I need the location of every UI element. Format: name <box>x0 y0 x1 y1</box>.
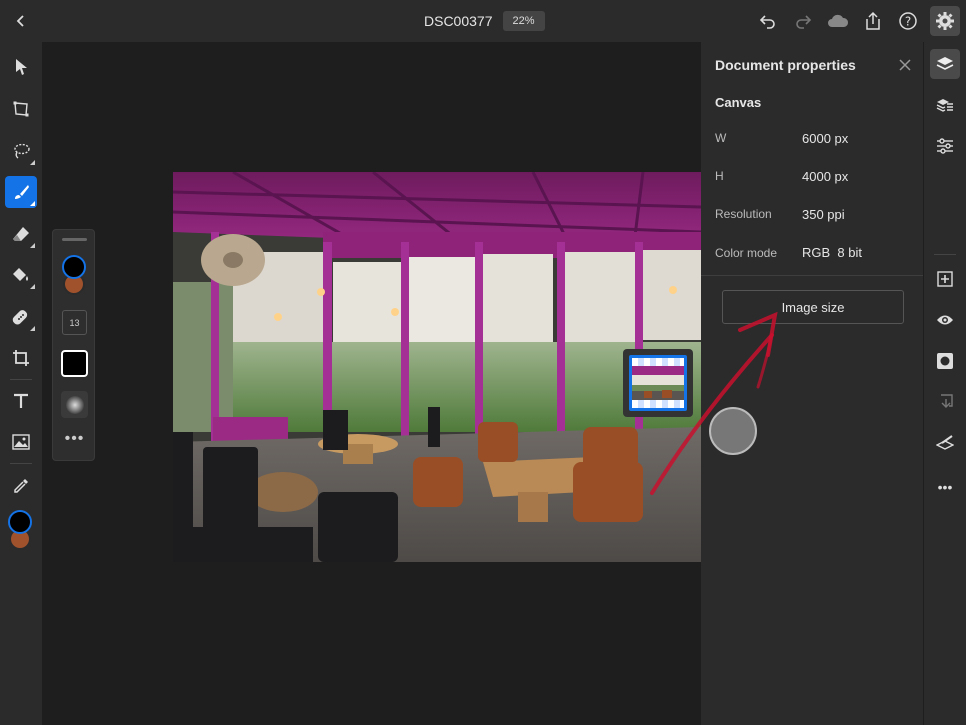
resolution-label: Resolution <box>715 207 772 221</box>
gear-icon <box>936 12 954 30</box>
cloud-icon <box>828 14 849 27</box>
submenu-indicator <box>30 160 35 165</box>
visibility-button[interactable] <box>930 305 960 335</box>
transform-tool[interactable] <box>5 93 37 125</box>
eyedropper-tool[interactable] <box>5 470 37 502</box>
adjustments-button[interactable] <box>930 131 960 161</box>
select-icon <box>16 59 27 75</box>
section-title-canvas: Canvas <box>715 95 762 110</box>
zoom-level-badge[interactable]: 22% <box>502 11 545 31</box>
canvas-photo[interactable] <box>173 172 701 562</box>
fill-icon <box>13 268 28 281</box>
brush-tool[interactable] <box>5 176 37 208</box>
text-icon <box>14 393 28 408</box>
redo-button[interactable] <box>790 6 816 36</box>
divider <box>10 463 32 464</box>
close-panel-button[interactable] <box>897 57 913 73</box>
undo-button[interactable] <box>755 6 781 36</box>
cloud-button[interactable] <box>825 6 851 36</box>
soft-brush-preview <box>65 395 84 414</box>
add-layer-icon <box>937 271 953 287</box>
mask-icon <box>937 353 953 369</box>
brush-size-field[interactable]: 13 <box>62 310 87 335</box>
share-icon <box>866 11 880 30</box>
transform-icon <box>13 101 29 117</box>
merge-down-icon <box>941 394 953 408</box>
lasso-tool[interactable] <box>5 135 37 167</box>
visibility-icon <box>937 315 953 325</box>
brush-hardness-soft[interactable] <box>61 391 88 418</box>
color-mode-label: Color mode <box>715 246 778 260</box>
brush-more-button[interactable]: ••• <box>53 430 96 448</box>
layers-button[interactable] <box>930 49 960 79</box>
left-toolbar <box>0 42 42 725</box>
text-tool[interactable] <box>5 385 37 417</box>
divider <box>934 254 956 255</box>
healing-icon <box>12 310 28 325</box>
eraser-tool[interactable] <box>5 218 37 250</box>
back-button[interactable] <box>10 9 32 33</box>
submenu-indicator <box>30 201 35 206</box>
eyedropper-icon <box>14 479 28 493</box>
layers-icon <box>936 57 954 70</box>
chevron-left-icon <box>16 15 24 27</box>
touch-indicator <box>709 407 757 455</box>
close-icon <box>899 59 911 71</box>
submenu-indicator <box>30 284 35 289</box>
lasso-icon <box>14 143 30 159</box>
place-image-icon <box>12 434 30 450</box>
crop-tool[interactable] <box>5 342 37 374</box>
color-mode-value: RGB 8 bit <box>802 245 862 260</box>
cafe-photo-image <box>173 172 701 562</box>
undo-icon <box>759 15 775 29</box>
brush-foreground-color[interactable] <box>62 255 86 279</box>
width-value: 6000 px <box>802 131 849 146</box>
more-options-button[interactable]: ••• <box>930 472 960 502</box>
share-button[interactable] <box>860 6 886 36</box>
healing-tool[interactable] <box>5 301 37 333</box>
width-label: W <box>715 131 727 145</box>
merge-down-button[interactable] <box>930 387 960 417</box>
redo-icon <box>796 15 812 29</box>
resolution-value: 350 ppi <box>802 207 845 222</box>
eraser-icon <box>13 227 29 241</box>
help-icon: ? <box>899 12 917 30</box>
height-value: 4000 px <box>802 169 849 184</box>
title-area: DSC00377 22% <box>424 11 545 31</box>
divider <box>10 379 32 380</box>
panel-title: Document properties <box>715 57 856 73</box>
brush-icon <box>15 185 29 199</box>
submenu-indicator <box>30 243 35 248</box>
panel-grip-handle[interactable] <box>62 238 87 241</box>
svg-text:?: ? <box>905 15 911 29</box>
fill-tool[interactable] <box>5 259 37 291</box>
annotation-arrow-icon <box>650 311 778 495</box>
mask-button[interactable] <box>930 346 960 376</box>
crop-icon <box>13 350 29 366</box>
foreground-color-swatch[interactable] <box>8 510 32 534</box>
top-toolbar: ? <box>755 6 960 36</box>
help-button[interactable]: ? <box>895 6 921 36</box>
divider <box>701 275 923 276</box>
height-label: H <box>715 169 724 183</box>
adjustments-icon <box>937 138 953 154</box>
select-tool[interactable] <box>5 51 37 83</box>
top-bar: DSC00377 22% ? <box>0 0 966 42</box>
document-title: DSC00377 <box>424 13 493 29</box>
settings-button[interactable] <box>930 6 960 36</box>
brush-settings-panel: 13 ••• <box>52 229 95 461</box>
add-layer-button[interactable] <box>930 264 960 294</box>
brush-hardness-hard[interactable] <box>61 350 88 377</box>
clear-layer-button[interactable] <box>930 428 960 458</box>
submenu-indicator <box>30 326 35 331</box>
right-toolbar: ••• <box>923 42 966 725</box>
layer-properties-icon <box>936 99 953 112</box>
layer-properties-button[interactable] <box>930 90 960 120</box>
place-image-tool[interactable] <box>5 426 37 458</box>
clear-layer-icon <box>936 435 954 450</box>
